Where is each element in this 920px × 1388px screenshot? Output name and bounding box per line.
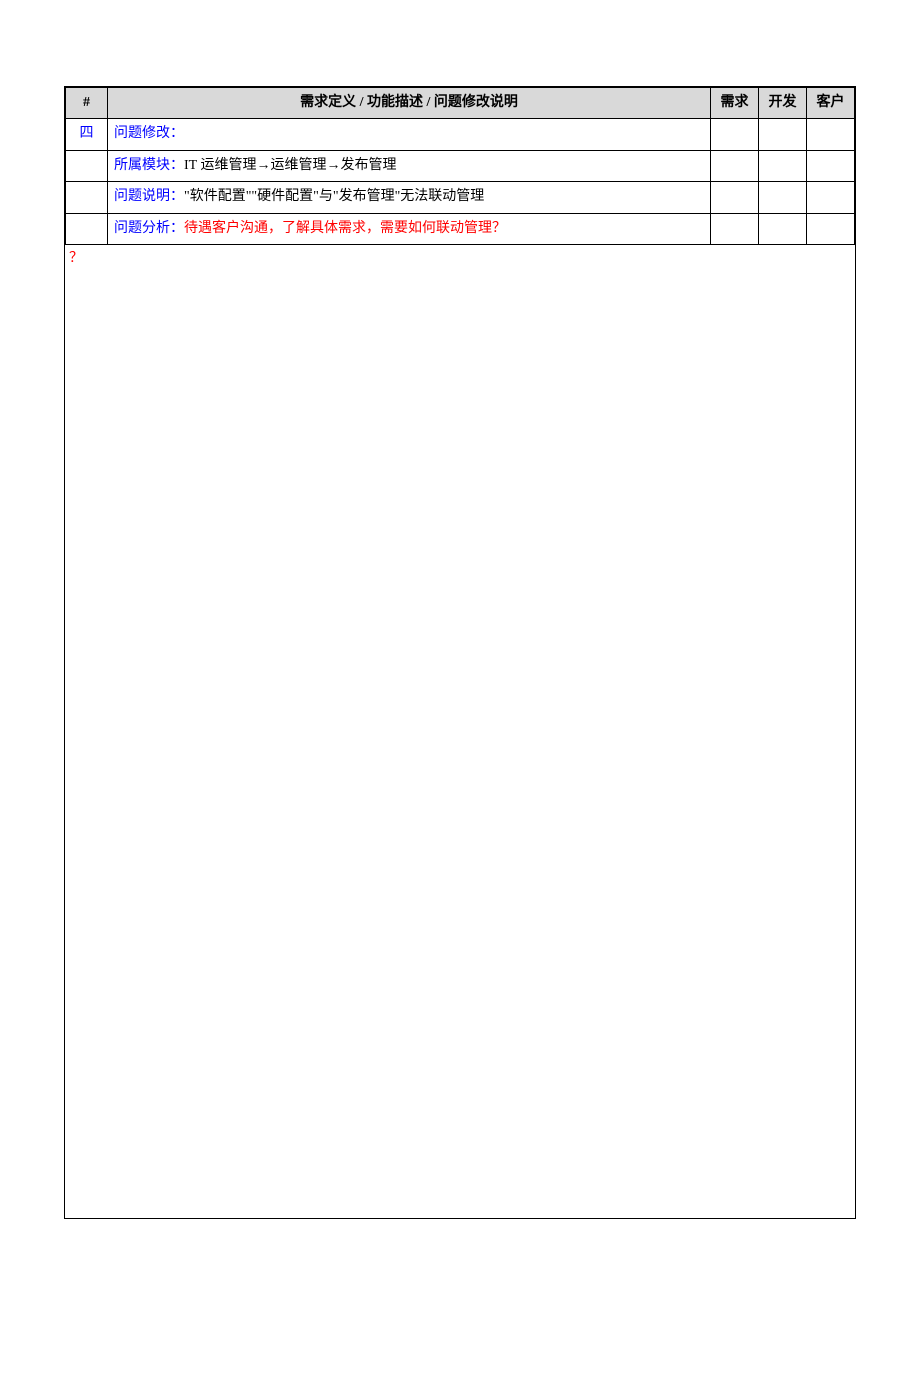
- cell-dev: [759, 119, 807, 150]
- table-row: 所属模块：IT 运维管理→运维管理→发布管理: [66, 150, 855, 181]
- table-header-row: # 需求定义 / 功能描述 / 问题修改说明 需求 开发 客户: [66, 88, 855, 119]
- header-req: 需求: [711, 88, 759, 119]
- cell-req: [711, 213, 759, 244]
- trailing-mark: ？: [65, 245, 855, 267]
- cell-num: 四: [66, 119, 108, 150]
- page-frame: # 需求定义 / 功能描述 / 问题修改说明 需求 开发 客户 四 问题修改：: [64, 86, 856, 1219]
- cell-req: [711, 119, 759, 150]
- cell-cust: [807, 119, 855, 150]
- header-dev: 开发: [759, 88, 807, 119]
- table-body: 四 问题修改： 所属模块：IT 运维管理→运维管理→发布管理 问题说明："软件配…: [66, 119, 855, 245]
- cell-req: [711, 182, 759, 213]
- cell-dev: [759, 213, 807, 244]
- cell-num: [66, 150, 108, 181]
- table-row: 问题分析：待遇客户沟通，了解具体需求，需要如何联动管理？: [66, 213, 855, 244]
- requirements-table: # 需求定义 / 功能描述 / 问题修改说明 需求 开发 客户 四 问题修改：: [65, 87, 855, 245]
- header-cust: 客户: [807, 88, 855, 119]
- cell-desc: 问题修改：: [108, 119, 711, 150]
- cell-desc: 所属模块：IT 运维管理→运维管理→发布管理: [108, 150, 711, 181]
- header-num: #: [66, 88, 108, 119]
- cell-num: [66, 182, 108, 213]
- cell-dev: [759, 182, 807, 213]
- cell-req: [711, 150, 759, 181]
- cell-num: [66, 213, 108, 244]
- cell-cust: [807, 182, 855, 213]
- cell-desc: 问题说明："软件配置""硬件配置"与"发布管理"无法联动管理: [108, 182, 711, 213]
- cell-cust: [807, 150, 855, 181]
- cell-cust: [807, 213, 855, 244]
- table-row: 四 问题修改：: [66, 119, 855, 150]
- cell-desc: 问题分析：待遇客户沟通，了解具体需求，需要如何联动管理？: [108, 213, 711, 244]
- header-desc: 需求定义 / 功能描述 / 问题修改说明: [108, 88, 711, 119]
- table-row: 问题说明："软件配置""硬件配置"与"发布管理"无法联动管理: [66, 182, 855, 213]
- cell-dev: [759, 150, 807, 181]
